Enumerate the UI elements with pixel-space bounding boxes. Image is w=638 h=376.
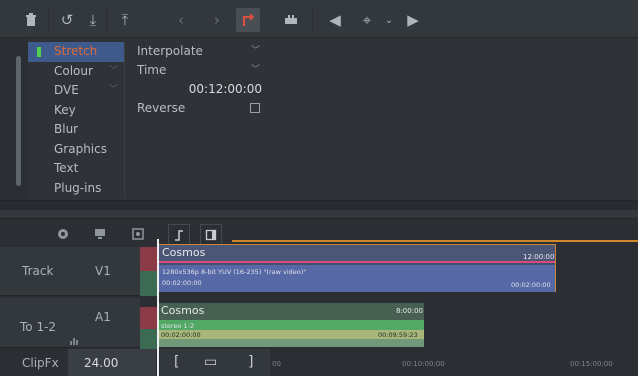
effect-item-key[interactable]: Key [28, 101, 124, 121]
trim-icon[interactable] [236, 8, 260, 32]
video-clip[interactable]: Cosmos 12:00:00 1280x536p 8-bit YUV (16-… [158, 244, 556, 292]
play-reverse-icon[interactable]: ◀ [324, 9, 346, 31]
track-v1-mute[interactable] [140, 247, 157, 271]
audio-clip-title-bar: Cosmos 8:00:00 [158, 303, 424, 320]
video-clip-marker [159, 261, 555, 263]
arrow-left-icon[interactable]: ‹ [170, 9, 192, 31]
effect-item-plugins[interactable]: Plug-ins [28, 179, 124, 199]
effect-item-graphics[interactable]: Graphics [28, 140, 124, 160]
effect-item-blur[interactable]: Blur [28, 120, 124, 140]
upload-icon[interactable]: ⤒ [114, 9, 136, 31]
audio-clip-duration: 8:00:00 [396, 307, 423, 315]
playhead[interactable] [157, 239, 159, 376]
audio-meter-icon [70, 334, 78, 345]
edit-range-indicator [232, 240, 638, 242]
track-name-label: V1 [95, 264, 111, 278]
audio-clip-waveform [158, 339, 424, 347]
chevron-down-icon: ﹀ [108, 85, 118, 95]
reverse-row: Reverse [125, 99, 270, 118]
interpolate-dropdown[interactable]: Interpolate ﹀ [125, 42, 270, 61]
effects-panel: Stretch Colour ﹀ DVE ﹀ Key Blur Graphics… [0, 38, 638, 210]
audio-clip-tc-out: 00:09:59:23 [378, 331, 418, 339]
mark-out-button[interactable]: ] [248, 354, 253, 370]
comment-icon[interactable] [55, 226, 71, 242]
enabled-indicator-icon [37, 47, 41, 57]
effects-list: Stretch Colour ﹀ DVE ﹀ Key Blur Graphics… [28, 42, 124, 198]
chevron-down-icon: ﹀ [250, 65, 260, 75]
effect-label: Blur [54, 122, 79, 136]
effects-scrollbar[interactable] [16, 56, 21, 186]
audio-clip[interactable]: Cosmos 8:00:00 stereo 1-2 00:02:00:00 00… [158, 303, 424, 347]
ruler-tick-label: 00:10:00:00 [402, 360, 445, 368]
main-toolbar: ↺ ⤓ ⤒ ‹ › ◀ ⌖ ⌄ ▶ [0, 0, 638, 38]
video-clip-format: 1280x536p 8-bit YUV (16-235) "(raw video… [162, 268, 307, 276]
effect-label: Key [54, 102, 76, 117]
effect-label: Plug-ins [54, 180, 102, 195]
video-clip-body: 1280x536p 8-bit YUV (16-235) "(raw video… [159, 265, 555, 292]
panel-splitter[interactable] [0, 200, 638, 210]
chevron-down-icon: ﹀ [250, 46, 260, 56]
track-group-label: Track [22, 264, 54, 278]
time-value-field[interactable]: 00:12:00:00 [125, 80, 270, 99]
effect-item-text[interactable]: Text [28, 159, 124, 179]
mark-in-button[interactable]: [ [174, 354, 179, 370]
timeline-footer: ClipFx 24.00 [ ▭ ] [0, 349, 638, 376]
audio-clip-name: Cosmos [161, 304, 205, 317]
track-a1-mute[interactable] [140, 307, 157, 329]
video-clip-title-bar: Cosmos 12:00:00 [159, 245, 555, 261]
time-dropdown[interactable]: Time ﹀ [125, 61, 270, 80]
effects-gutter [0, 38, 28, 200]
effect-label: Text [54, 161, 79, 175]
trash-icon[interactable] [20, 9, 42, 31]
track-a1-header[interactable]: To 1-2 A1 [0, 298, 140, 348]
clipfx-value-field[interactable]: 24.00 [68, 349, 156, 376]
track-v1-solo[interactable] [140, 271, 157, 296]
effect-label: DVE [54, 83, 79, 97]
ruler-tick-label: 00:15:00:00 [570, 360, 613, 368]
effect-item-dve[interactable]: DVE ﹀ [28, 81, 124, 101]
effect-label: Colour [54, 63, 93, 78]
settings-icon[interactable] [130, 226, 146, 242]
play-icon[interactable]: ▶ [402, 9, 424, 31]
video-clip-name: Cosmos [162, 246, 206, 259]
time-value: 00:12:00:00 [188, 82, 262, 96]
audio-clip-channels: stereo 1-2 [161, 322, 195, 330]
time-label: Time [137, 63, 167, 77]
track-group-label: To 1-2 [20, 320, 57, 334]
reverse-label: Reverse [137, 101, 186, 115]
track-name-label: A1 [95, 310, 111, 324]
effect-label: Stretch [54, 44, 98, 58]
audio-clip-tc-in: 00:02:00:00 [161, 331, 201, 339]
target-icon[interactable]: ⌖ [356, 9, 378, 31]
monitor-icon[interactable] [92, 226, 108, 242]
arrow-right-icon[interactable]: › [206, 9, 228, 31]
track-a1-solo[interactable] [140, 329, 157, 349]
chevron-down-icon: ﹀ [108, 65, 118, 76]
effect-item-colour[interactable]: Colour ﹀ [28, 62, 124, 82]
effect-item-stretch[interactable]: Stretch [28, 42, 124, 62]
track-v1-header[interactable]: Track V1 [0, 247, 140, 296]
clipfx-label: ClipFx [22, 356, 59, 370]
video-clip-tc-in: 00:02:00:00 [162, 279, 202, 287]
box-tool-icon[interactable] [200, 224, 222, 246]
effect-params: Interpolate ﹀ Time ﹀ 00:12:00:00 Reverse [124, 42, 270, 198]
trim-tools: [ ▭ ] [160, 349, 270, 376]
audio-clip-timecode-bar: 00:02:00:00 00:09:59:23 [158, 330, 424, 339]
step-tool-icon[interactable] [168, 224, 190, 246]
download-icon[interactable]: ⤓ [82, 9, 104, 31]
clipfx-value: 24.00 [84, 356, 119, 370]
mark-clip-button[interactable]: ▭ [204, 354, 217, 370]
undo-icon[interactable]: ↺ [56, 9, 78, 31]
effect-label: Graphics [54, 141, 107, 156]
audio-clip-channels-bar: stereo 1-2 [158, 320, 424, 330]
link-icon[interactable] [280, 9, 302, 31]
chevron-down-icon[interactable]: ⌄ [378, 9, 400, 31]
timeline-divider[interactable] [0, 210, 638, 219]
interpolate-label: Interpolate [137, 44, 203, 58]
ruler-tick-label: 00 [272, 360, 281, 368]
timeline: Track V1 Cosmos 12:00:00 1280x536p 8-bit… [0, 210, 638, 376]
video-clip-tc-out: 00:02:00:00 [511, 281, 551, 289]
reverse-checkbox[interactable] [250, 103, 260, 113]
